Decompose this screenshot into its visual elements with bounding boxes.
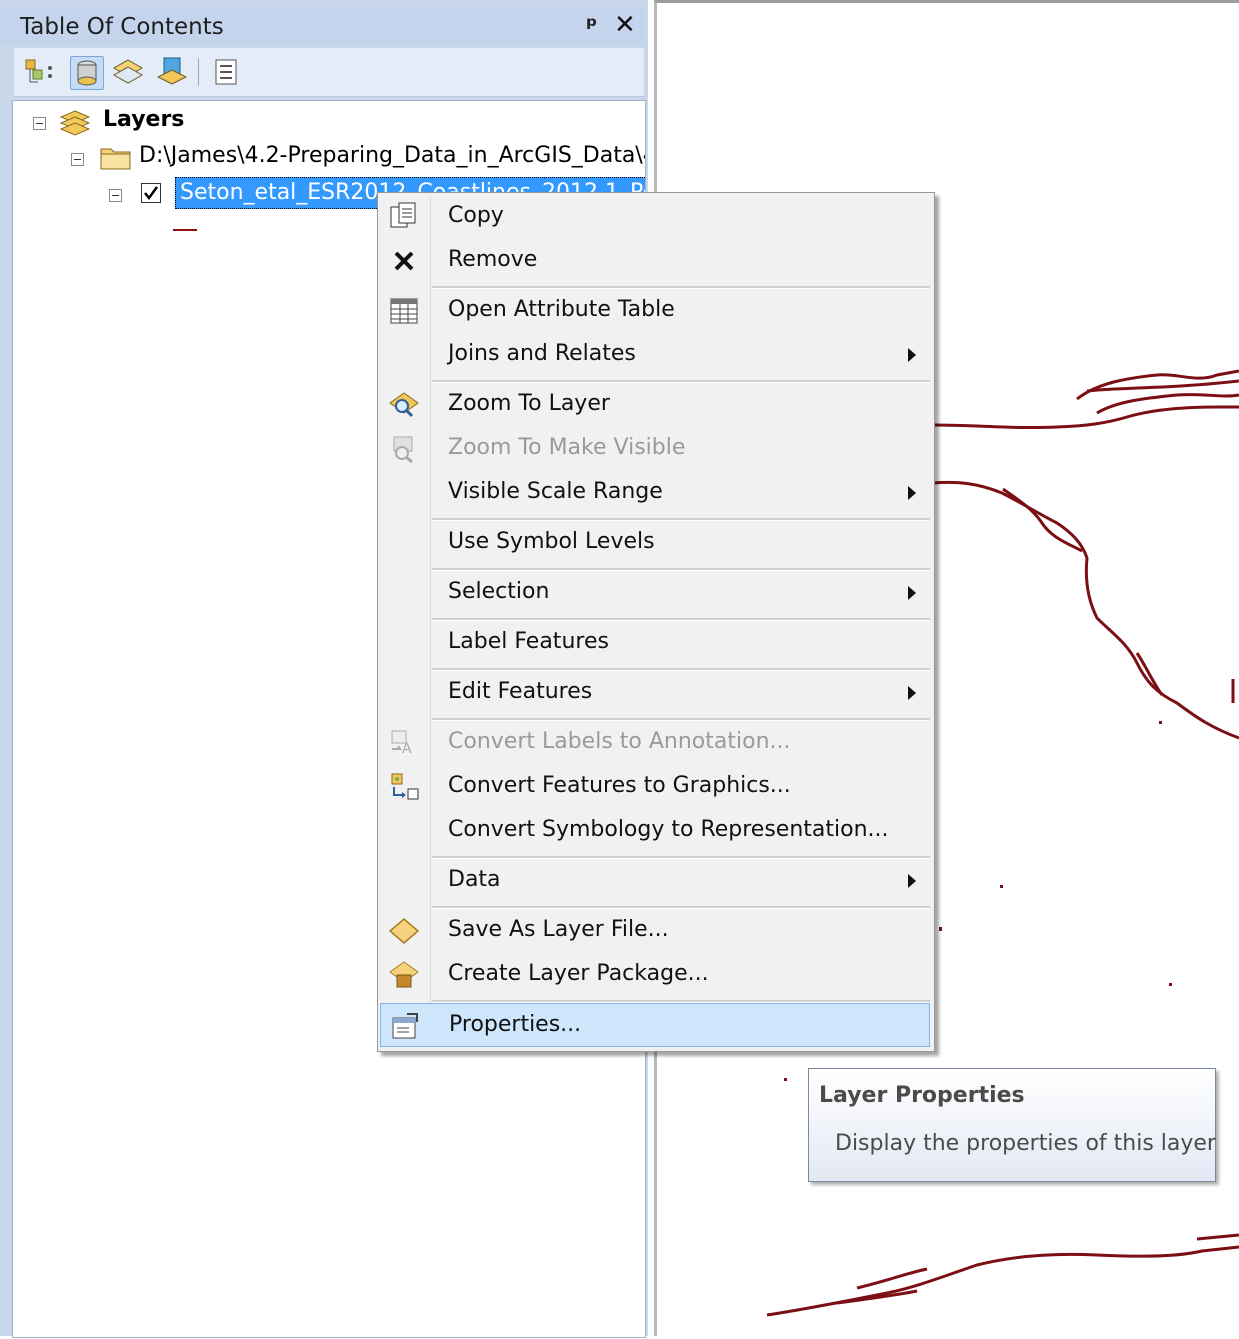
convert-features-icon bbox=[391, 773, 419, 800]
collapse-layer-toggle[interactable] bbox=[109, 189, 122, 202]
line-symbol-swatch[interactable] bbox=[173, 229, 197, 231]
menu-item-use-symbol-levels[interactable]: Use Symbol Levels bbox=[380, 521, 930, 565]
submenu-arrow-icon bbox=[908, 486, 916, 500]
toc-title: Table Of Contents bbox=[20, 14, 224, 40]
collapse-folder-toggle[interactable] bbox=[71, 153, 84, 166]
copy-icon bbox=[390, 202, 416, 228]
menu-item-open-attribute-table[interactable]: Open Attribute Table bbox=[380, 289, 930, 333]
coastline-arctic bbox=[932, 405, 1239, 430]
layer-visibility-checkbox[interactable] bbox=[141, 183, 161, 203]
submenu-arrow-icon bbox=[908, 686, 916, 700]
tree-folder-path[interactable]: D:\James\4.2-Preparing_Data_in_ArcGIS_Da… bbox=[139, 143, 645, 168]
remove-icon bbox=[394, 251, 414, 271]
properties-icon bbox=[392, 1013, 418, 1039]
coastline-west bbox=[932, 480, 1239, 740]
submenu-arrow-icon bbox=[908, 586, 916, 600]
folder-icon bbox=[100, 148, 131, 170]
zoom-visible-icon bbox=[393, 436, 413, 464]
list-by-source-icon[interactable] bbox=[70, 56, 104, 90]
save-layer-icon bbox=[388, 918, 420, 944]
collapse-layers-toggle[interactable] bbox=[33, 117, 46, 130]
menu-item-create-layer-package[interactable]: Create Layer Package... bbox=[380, 953, 930, 997]
toolbar-divider bbox=[198, 58, 199, 86]
menu-item-edit-features[interactable]: Edit Features bbox=[380, 671, 930, 715]
pin-icon[interactable]: ᵖ bbox=[586, 12, 598, 40]
list-by-visibility-icon[interactable] bbox=[112, 56, 144, 88]
menu-item-convert-symbology-to-representation[interactable]: Convert Symbology to Representation... bbox=[380, 809, 930, 853]
menu-item-zoom-to-layer[interactable]: Zoom To Layer bbox=[380, 383, 930, 427]
submenu-arrow-icon bbox=[908, 348, 916, 362]
tooltip-body: Display the properties of this layer bbox=[835, 1131, 1216, 1156]
menu-item-selection[interactable]: Selection bbox=[380, 571, 930, 615]
menu-item-convert-features-to-graphics[interactable]: Convert Features to Graphics... bbox=[380, 765, 930, 809]
tree-root-layers[interactable]: Layers bbox=[103, 107, 184, 132]
menu-item-properties[interactable]: Properties... bbox=[380, 1003, 930, 1047]
layer-context-menu: Copy Remove Open Attribute Table Joins a… bbox=[377, 192, 935, 1052]
menu-item-data[interactable]: Data bbox=[380, 859, 930, 903]
toc-title-bar: Table Of Contents ᵖ ✕ bbox=[0, 8, 646, 46]
menu-item-remove[interactable]: Remove bbox=[380, 239, 930, 283]
toc-toolbar bbox=[14, 48, 644, 97]
menu-item-joins-and-relates[interactable]: Joins and Relates bbox=[380, 333, 930, 377]
menu-item-convert-labels-to-annotation[interactable]: A Convert Labels to Annotation... bbox=[380, 721, 930, 765]
table-icon bbox=[390, 298, 418, 324]
menu-item-save-as-layer-file[interactable]: Save As Layer File... bbox=[380, 909, 930, 953]
submenu-arrow-icon bbox=[908, 874, 916, 888]
layers-icon bbox=[59, 110, 91, 136]
coastline-south bbox=[766, 1245, 1239, 1317]
zoom-to-layer-icon bbox=[389, 392, 419, 418]
tooltip-title: Layer Properties bbox=[819, 1083, 1025, 1108]
menu-item-copy[interactable]: Copy bbox=[380, 195, 930, 239]
properties-tooltip: Layer Properties Display the properties … bbox=[808, 1068, 1216, 1182]
list-by-drawing-order-icon[interactable] bbox=[24, 56, 56, 88]
menu-item-zoom-to-make-visible[interactable]: Zoom To Make Visible bbox=[380, 427, 930, 471]
convert-labels-icon: A bbox=[391, 730, 412, 757]
checkmark-icon bbox=[144, 186, 159, 201]
menu-item-visible-scale-range[interactable]: Visible Scale Range bbox=[380, 471, 930, 515]
menu-item-label-features[interactable]: Label Features bbox=[380, 621, 930, 665]
svg-text:A: A bbox=[402, 741, 412, 757]
options-icon[interactable] bbox=[210, 56, 242, 88]
list-by-selection-icon[interactable] bbox=[156, 56, 188, 88]
layer-package-icon bbox=[389, 961, 419, 988]
close-icon[interactable]: ✕ bbox=[614, 10, 636, 40]
